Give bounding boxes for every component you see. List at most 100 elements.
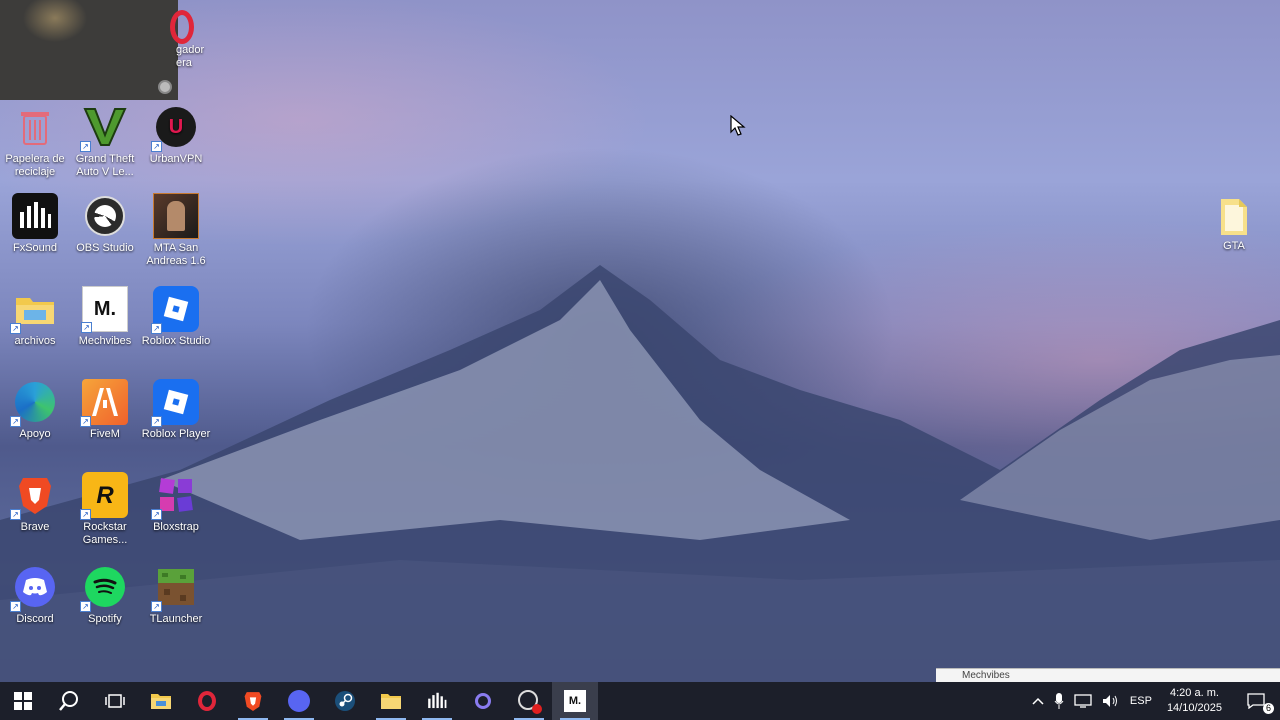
mechvibes-icon: M. — [564, 690, 586, 712]
desktop-icon-discord[interactable]: ↗ Discord — [0, 564, 70, 626]
tray-volume[interactable] — [1097, 682, 1125, 720]
taskbar-cortana[interactable] — [460, 682, 506, 720]
desktop-icon-brave[interactable]: ↗ Brave — [0, 472, 70, 534]
shortcut-arrow-icon: ↗ — [151, 141, 162, 152]
taskbar-recorder[interactable] — [506, 682, 552, 720]
desktop-icon-recycle-bin[interactable]: Papelera de reciclaje — [0, 104, 70, 179]
action-center-button[interactable]: 6 — [1232, 682, 1280, 720]
folder-icon — [151, 694, 171, 709]
shortcut-arrow-icon: ↗ — [151, 509, 162, 520]
folder-icon — [381, 694, 401, 709]
gta-v-icon: ↗ — [80, 104, 128, 152]
shortcut-arrow-icon: ↗ — [10, 601, 21, 612]
mouse-cursor-icon — [730, 115, 746, 136]
obs-icon — [82, 193, 128, 239]
ring-icon — [475, 693, 491, 709]
tray-language[interactable]: ESP — [1125, 682, 1157, 720]
desktop-icon-mechvibes[interactable]: M. ↗ Mechvibes — [70, 286, 140, 348]
taskbar-window-preview[interactable]: Mechvibes — [936, 668, 1280, 682]
search-icon — [59, 691, 78, 711]
desktop-icon-archivos[interactable]: ↗ archivos — [0, 286, 70, 348]
webcam-overlay — [0, 0, 178, 100]
opera-icon — [198, 691, 216, 711]
bloxstrap-icon: ↗ — [151, 472, 199, 520]
recorder-icon — [518, 690, 542, 714]
desktop-icon-rockstar[interactable]: R ↗ Rockstar Games... — [70, 472, 140, 547]
shortcut-arrow-icon: ↗ — [81, 322, 92, 333]
shortcut-arrow-icon: ↗ — [10, 323, 21, 334]
chevron-up-icon — [1032, 697, 1044, 705]
mta-icon — [153, 193, 199, 239]
opera-icon — [170, 10, 194, 44]
shortcut-arrow-icon: ↗ — [80, 601, 91, 612]
desktop-icon-apoyo[interactable]: ↗ Apoyo — [0, 379, 70, 441]
shortcut-arrow-icon: ↗ — [10, 509, 21, 520]
fivem-icon: ↗ — [80, 379, 128, 427]
desktop-icon-bloxstrap[interactable]: ↗ Bloxstrap — [141, 472, 211, 534]
windows-logo-icon — [14, 692, 32, 710]
discord-icon — [288, 690, 310, 712]
recycle-bin-icon — [12, 104, 58, 150]
tray-clock[interactable]: 4:20 a. m. 14/10/2025 — [1157, 686, 1232, 716]
taskbar-file-explorer-2[interactable] — [368, 682, 414, 720]
desktop-icon-gta-folder[interactable]: GTA — [1206, 195, 1262, 252]
fxsound-icon — [12, 193, 58, 239]
tray-microphone[interactable] — [1049, 682, 1069, 720]
taskbar-opera[interactable] — [184, 682, 230, 720]
microphone-icon — [1054, 693, 1064, 709]
tray-network[interactable] — [1069, 682, 1097, 720]
clock-date: 14/10/2025 — [1166, 702, 1222, 714]
task-view-button[interactable] — [92, 682, 138, 720]
shortcut-arrow-icon: ↗ — [151, 601, 162, 612]
desktop-icon-urbanvpn[interactable]: U ↗ UrbanVPN — [141, 104, 211, 166]
search-button[interactable] — [46, 682, 92, 720]
desktop-icon-fxsound[interactable]: FxSound — [0, 193, 70, 255]
fxsound-icon — [428, 692, 447, 709]
task-view-icon — [105, 694, 125, 708]
shortcut-arrow-icon: ↗ — [80, 416, 91, 427]
notification-count-badge: 6 — [1262, 703, 1274, 714]
taskbar-mechvibes[interactable]: M. — [552, 682, 598, 720]
desktop-icon-gta-v[interactable]: ↗ Grand Theft Auto V Le... — [70, 104, 140, 179]
rockstar-icon: R ↗ — [80, 472, 128, 520]
shortcut-arrow-icon: ↗ — [151, 416, 162, 427]
roblox-studio-icon: ↗ — [151, 286, 199, 334]
urbanvpn-icon: U ↗ — [151, 104, 199, 152]
desktop-icon-roblox-player[interactable]: ↗ Roblox Player — [141, 379, 211, 441]
steam-icon — [335, 691, 355, 711]
taskbar-file-explorer[interactable] — [138, 682, 184, 720]
desktop-icon-roblox-studio[interactable]: ↗ Roblox Studio — [141, 286, 211, 348]
desktop-icon-obs[interactable]: OBS Studio — [70, 193, 140, 255]
edge-icon: ↗ — [10, 379, 58, 427]
folder-icon: ↗ — [10, 286, 58, 334]
shortcut-arrow-icon: ↗ — [151, 323, 162, 334]
brave-icon: ↗ — [10, 472, 58, 520]
folder-icon — [1221, 199, 1247, 235]
roblox-player-icon: ↗ — [151, 379, 199, 427]
taskbar-fxsound[interactable] — [414, 682, 460, 720]
desktop-icon-spotify[interactable]: ↗ Spotify — [70, 564, 140, 626]
desktop-icon-mta[interactable]: MTA San Andreas 1.6 — [141, 193, 211, 268]
mechvibes-icon: M. ↗ — [81, 286, 128, 333]
shortcut-arrow-icon: ↗ — [80, 141, 91, 152]
desktop-icon-tlauncher[interactable]: ↗ TLauncher — [141, 564, 211, 626]
network-icon — [1074, 694, 1092, 708]
taskbar-steam[interactable] — [322, 682, 368, 720]
brave-icon — [244, 692, 262, 711]
desktop-icon-fivem[interactable]: ↗ FiveM — [70, 379, 140, 441]
speaker-icon — [1102, 695, 1117, 707]
shortcut-arrow-icon: ↗ — [10, 416, 21, 427]
start-button[interactable] — [0, 682, 46, 720]
tray-overflow-button[interactable] — [1027, 682, 1049, 720]
tlauncher-icon: ↗ — [151, 564, 199, 612]
discord-icon: ↗ — [10, 564, 58, 612]
taskbar-brave[interactable] — [230, 682, 276, 720]
shortcut-arrow-icon: ↗ — [80, 509, 91, 520]
preview-title: Mechvibes — [962, 670, 1010, 681]
opera-gx-desktop-icon-partial[interactable]: gador era — [170, 10, 208, 80]
taskbar-discord[interactable] — [276, 682, 322, 720]
clock-time: 4:20 a. m. — [1170, 687, 1219, 699]
system-tray: ESP 4:20 a. m. 14/10/2025 6 — [1027, 682, 1280, 720]
spotify-icon: ↗ — [80, 564, 128, 612]
taskbar: M. ESP 4:20 a. m. 14/10/2025 6 — [0, 682, 1280, 720]
